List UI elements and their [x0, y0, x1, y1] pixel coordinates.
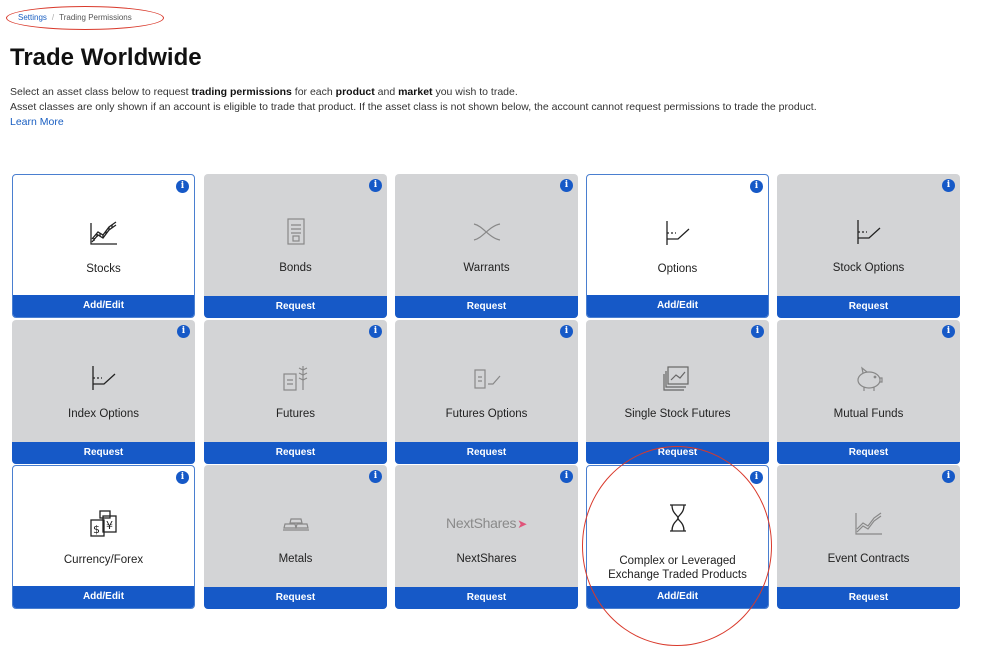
- bond-document-icon: [204, 216, 387, 248]
- wheat-icon: [204, 362, 387, 394]
- crossing-lines-icon: [395, 216, 578, 248]
- add-edit-button[interactable]: Add/Edit: [13, 295, 194, 317]
- breadcrumb-separator: /: [51, 13, 55, 22]
- hourglass-icon: [587, 502, 768, 534]
- info-icon[interactable]: i: [560, 470, 573, 483]
- asset-tile-label: Options: [657, 263, 698, 275]
- asset-tile-label: Futures: [276, 408, 315, 420]
- request-button[interactable]: Request: [395, 296, 578, 318]
- request-button[interactable]: Request: [204, 442, 387, 464]
- intro-line-1: Select an asset class below to request t…: [10, 86, 518, 98]
- svg-text:¥: ¥: [106, 519, 113, 532]
- asset-tile-event-contracts[interactable]: i Event Contracts Request: [777, 465, 960, 609]
- asset-tile-stocks[interactable]: i Stocks Add/Edit: [12, 174, 195, 318]
- piggy-bank-icon: [777, 362, 960, 394]
- info-icon[interactable]: i: [369, 470, 382, 483]
- intro-line-2: Asset classes are only shown if an accou…: [10, 101, 817, 113]
- request-button[interactable]: Request: [395, 442, 578, 464]
- breadcrumb: Settings / Trading Permissions: [18, 13, 132, 22]
- asset-tile-mutual-funds[interactable]: i Mutual Funds Request: [777, 320, 960, 464]
- info-icon[interactable]: i: [751, 325, 764, 338]
- asset-tile-label: Single Stock Futures: [624, 408, 731, 420]
- learn-more-link[interactable]: Learn More: [10, 116, 64, 128]
- request-button[interactable]: Request: [586, 442, 769, 464]
- asset-tile-label: Bonds: [279, 262, 312, 274]
- asset-tile-label: Complex or Leveraged Exchange Traded Pro…: [608, 555, 747, 581]
- asset-tile-currency-forex[interactable]: i $ ¥ Currency/Forex Add/Edit: [12, 465, 195, 609]
- asset-tile-label: Stocks: [86, 263, 121, 275]
- asset-tile-label: NextShares: [456, 553, 517, 565]
- asset-tile-label: Stock Options: [832, 262, 905, 274]
- add-edit-button[interactable]: Add/Edit: [587, 295, 768, 317]
- asset-tile-futures[interactable]: i Futures Request: [204, 320, 387, 464]
- request-button[interactable]: Request: [777, 296, 960, 318]
- asset-tile-label: Mutual Funds: [833, 408, 904, 420]
- info-icon[interactable]: i: [369, 179, 382, 192]
- asset-tile-label: Index Options: [68, 408, 139, 420]
- asset-tile-stock-options[interactable]: i Stock Options Request: [777, 174, 960, 318]
- option-payoff-icon: [12, 362, 195, 394]
- asset-tile-label: Currency/Forex: [63, 554, 144, 566]
- option-payoff-icon: [587, 217, 768, 249]
- asset-tile-futures-options[interactable]: i Futures Options Request: [395, 320, 578, 464]
- info-icon[interactable]: i: [177, 325, 190, 338]
- info-icon[interactable]: i: [176, 471, 189, 484]
- page-title: Trade Worldwide: [10, 44, 202, 71]
- asset-tile-nextshares[interactable]: i NextShares➤ NextShares Request: [395, 465, 578, 609]
- info-icon[interactable]: i: [750, 471, 763, 484]
- request-button[interactable]: Request: [777, 442, 960, 464]
- asset-tile-label: Metals: [278, 553, 313, 565]
- asset-tile-label: Futures Options: [445, 408, 528, 420]
- event-chart-icon: [777, 507, 960, 539]
- gold-bars-icon: [204, 507, 387, 539]
- option-payoff-icon: [777, 216, 960, 248]
- asset-tile-complex-or-leveraged-exchange-traded-products[interactable]: i Complex or Leveraged Exchange Traded Pr…: [586, 465, 769, 609]
- svg-text:$: $: [93, 523, 100, 536]
- asset-tile-warrants[interactable]: i Warrants Request: [395, 174, 578, 318]
- request-button[interactable]: Request: [777, 587, 960, 609]
- asset-tile-label: Warrants: [463, 262, 510, 274]
- info-icon[interactable]: i: [176, 180, 189, 193]
- intro-text: Select an asset class below to request t…: [10, 85, 990, 130]
- asset-tile-label: Event Contracts: [827, 553, 910, 565]
- info-icon[interactable]: i: [750, 180, 763, 193]
- info-icon[interactable]: i: [942, 470, 955, 483]
- info-icon[interactable]: i: [942, 179, 955, 192]
- currency-icon: $ ¥: [13, 508, 194, 540]
- add-edit-button[interactable]: Add/Edit: [587, 586, 768, 608]
- stock-chart-icon: [13, 217, 194, 249]
- request-button[interactable]: Request: [204, 587, 387, 609]
- asset-tile-bonds[interactable]: i Bonds Request: [204, 174, 387, 318]
- asset-tile-index-options[interactable]: i Index Options Request: [12, 320, 195, 464]
- asset-tile-single-stock-futures[interactable]: i Single Stock Futures Request: [586, 320, 769, 464]
- certificates-icon: [586, 362, 769, 394]
- asset-tile-options[interactable]: i Options Add/Edit: [586, 174, 769, 318]
- add-edit-button[interactable]: Add/Edit: [13, 586, 194, 608]
- info-icon[interactable]: i: [560, 325, 573, 338]
- request-button[interactable]: Request: [395, 587, 578, 609]
- nextshares-logo: NextShares➤: [446, 515, 527, 531]
- info-icon[interactable]: i: [560, 179, 573, 192]
- breadcrumb-current: Trading Permissions: [59, 13, 132, 22]
- request-button[interactable]: Request: [12, 442, 195, 464]
- breadcrumb-settings-link[interactable]: Settings: [18, 13, 47, 22]
- futures-option-icon: [395, 362, 578, 394]
- asset-tile-metals[interactable]: i Metals Request: [204, 465, 387, 609]
- info-icon[interactable]: i: [369, 325, 382, 338]
- info-icon[interactable]: i: [942, 325, 955, 338]
- request-button[interactable]: Request: [204, 296, 387, 318]
